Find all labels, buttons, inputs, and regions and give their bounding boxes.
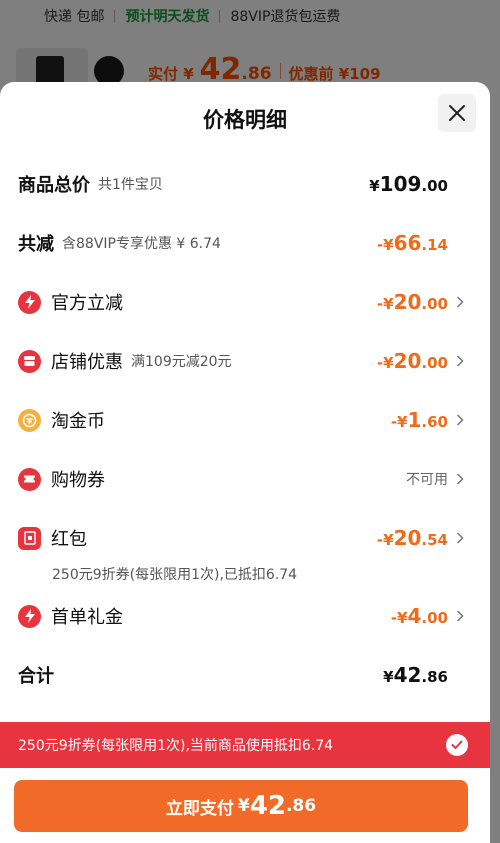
amount-dec: .60	[421, 413, 448, 431]
row-shop-discount[interactable]: 店铺优惠 满109元减20元 -¥ 20.00	[18, 346, 464, 376]
pay-currency: ¥	[237, 796, 250, 816]
chevron-right-icon	[456, 532, 464, 544]
pay-label: 立即支付	[165, 798, 234, 819]
official-amount: -¥ 20.00	[377, 290, 448, 314]
row-total-price: 商品总价 共1件宝贝 ¥109.00	[18, 169, 464, 199]
lightning-icon	[18, 604, 41, 628]
row-amount-wrap: -¥ 20.00	[377, 346, 464, 376]
red-envelope-icon	[18, 526, 41, 550]
chevron-right-icon	[456, 296, 464, 308]
row-amount-wrap: -¥ 20.00	[377, 287, 464, 317]
coins-amount: -¥ 1.60	[391, 408, 448, 432]
row-amount-wrap: ¥109.00	[369, 169, 464, 199]
chevron-right-icon	[456, 414, 464, 426]
row-official-discount[interactable]: 官方立减 -¥ 20.00	[18, 287, 464, 317]
pay-int: 42	[249, 791, 286, 821]
row-amount-wrap: -¥ 20.54	[377, 523, 464, 553]
currency: -¥	[390, 609, 408, 627]
row-label: 店铺优惠	[51, 352, 123, 373]
amount-dec: .86	[421, 668, 448, 686]
voucher-status: 不可用	[406, 472, 448, 488]
currency: -¥	[376, 354, 394, 372]
shop-icon	[18, 349, 41, 373]
sum-amount: ¥42.86	[383, 663, 448, 687]
currency: ¥	[383, 668, 394, 686]
amount-dec: .14	[421, 236, 448, 254]
amount-int: 4	[407, 604, 422, 628]
row-label: 购物券	[51, 470, 105, 491]
ticket-icon	[18, 467, 41, 491]
row-label: 淘金币	[51, 411, 105, 432]
close-button[interactable]	[438, 94, 476, 132]
sheet-title: 价格明细	[203, 108, 287, 132]
currency: -¥	[376, 531, 394, 549]
coupon-banner[interactable]: 250元9折券(每张限用1次),当前商品使用抵扣6.74	[0, 722, 490, 768]
first-order-amount: -¥ 4.00	[391, 604, 448, 628]
redpacket-amount: -¥ 20.54	[377, 526, 448, 550]
row-sub: 含88VIP专享优惠 ¥ 6.74	[62, 236, 221, 252]
chevron-right-icon	[456, 610, 464, 622]
amount-dec: .00	[421, 177, 448, 195]
amount-int: 42	[393, 663, 422, 687]
pay-now-button[interactable]: 立即支付 ¥ 42 .86	[14, 780, 468, 832]
row-tao-coins[interactable]: 淘金币 -¥ 1.60	[18, 405, 464, 435]
reduction-amount: -¥ 66.14	[377, 231, 448, 255]
row-label: 商品总价	[18, 175, 90, 196]
row-sub: 共1件宝贝	[98, 177, 163, 193]
row-label: 首单礼金	[51, 607, 123, 628]
currency: -¥	[376, 295, 394, 313]
row-amount-wrap: -¥ 1.60	[391, 405, 464, 435]
row-label: 共减	[18, 234, 54, 255]
row-amount-wrap: 不可用	[406, 464, 464, 494]
row-sub: 满109元减20元	[131, 354, 232, 370]
banner-text: 250元9折券(每张限用1次),当前商品使用抵扣6.74	[18, 738, 334, 754]
lightning-icon	[18, 290, 41, 314]
currency: ¥	[369, 177, 380, 195]
row-amount-wrap: -¥ 66.14	[377, 228, 464, 258]
row-reduction: 共减 含88VIP专享优惠 ¥ 6.74 -¥ 66.14	[18, 228, 464, 258]
row-label: 官方立减	[51, 293, 123, 314]
currency: -¥	[390, 413, 408, 431]
amount-int: 1	[407, 408, 422, 432]
row-sum: 合计 ¥42.86	[18, 660, 464, 690]
pay-dec: .86	[285, 796, 317, 816]
amount-int: 66	[393, 231, 422, 255]
amount-dec: .00	[421, 295, 448, 313]
row-amount-wrap: ¥42.86	[383, 660, 464, 690]
shop-amount: -¥ 20.00	[377, 349, 448, 373]
row-label: 合计	[18, 666, 54, 687]
total-amount: ¥109.00	[369, 172, 448, 196]
red-packet-note: 250元9折券(每张限用1次),已抵扣6.74	[52, 567, 298, 583]
row-label: 红包	[51, 529, 87, 550]
amount-int: 20	[393, 526, 422, 550]
close-icon	[449, 105, 465, 121]
amount-dec: .00	[421, 354, 448, 372]
amount-dec: .54	[421, 531, 448, 549]
coin-icon	[18, 408, 41, 432]
amount-dec: .00	[421, 609, 448, 627]
chevron-right-icon	[456, 355, 464, 367]
amount-int: 20	[393, 290, 422, 314]
chevron-right-icon	[456, 473, 464, 485]
amount-int: 109	[379, 172, 422, 196]
amount-int: 20	[393, 349, 422, 373]
check-icon[interactable]	[446, 734, 468, 756]
currency: -¥	[376, 236, 394, 254]
row-amount-wrap: -¥ 4.00	[391, 601, 464, 631]
row-red-packet[interactable]: 红包 -¥ 20.54	[18, 523, 464, 553]
row-first-order-gift[interactable]: 首单礼金 -¥ 4.00	[18, 601, 464, 631]
row-shopping-voucher[interactable]: 购物券 不可用	[18, 464, 464, 494]
